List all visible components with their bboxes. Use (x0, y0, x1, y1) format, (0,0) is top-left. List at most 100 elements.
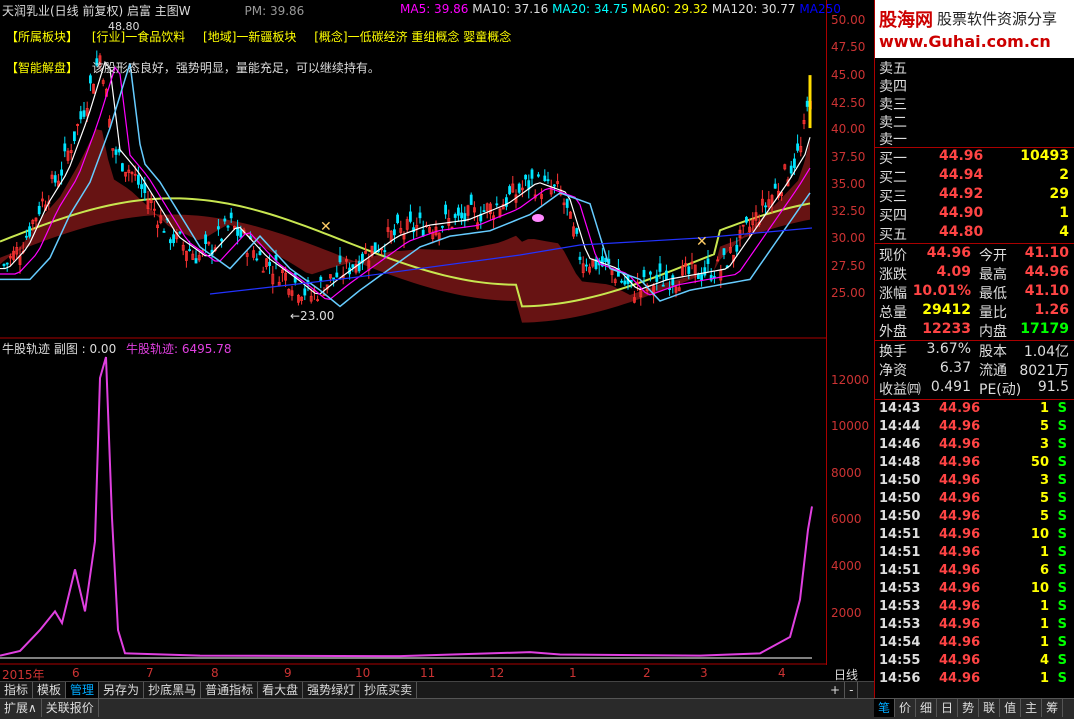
sell-label: 卖四 (879, 79, 907, 95)
zoom-out-button[interactable]: - (845, 682, 859, 698)
panel-tab[interactable]: 筹 (1042, 699, 1064, 717)
tab-bottom-darkhorse[interactable]: 抄底黑马 (144, 682, 202, 698)
candle-body (546, 179, 550, 182)
tick-time: 14:50 (879, 509, 921, 524)
ytick: 47.50 (831, 40, 866, 54)
tick-price: 44.96 (939, 419, 981, 434)
chart-header: 天润乳业(日线 前复权) 启富 主图W PM: 39.86 (2, 2, 304, 19)
candle-body (37, 205, 41, 215)
candle-body (537, 174, 540, 177)
panel-tab[interactable]: 主 (1021, 699, 1043, 717)
pm-label: PM: 39.86 (244, 4, 305, 18)
quote-row: 涨跌 4.09 最高 44.96 (877, 264, 1073, 283)
ytick: 27.50 (831, 259, 866, 273)
tab-template[interactable]: 模板 (33, 682, 67, 698)
tick-price: 44.96 (939, 491, 981, 506)
sub-label: 牛股轨迹 副图 : 0.00 (2, 342, 117, 356)
cross-marker: ✕ (320, 219, 332, 235)
candle-body (482, 210, 486, 213)
candle-body (79, 111, 83, 120)
stat-label: 净资 (879, 363, 907, 379)
candle-body (543, 175, 547, 182)
tick-time: 14:48 (879, 455, 921, 470)
tick-volume: 4 (1039, 653, 1049, 668)
panel-tab[interactable]: 价 (895, 699, 917, 717)
candle-body (89, 75, 92, 84)
tab-indicator[interactable]: 指标 (0, 682, 34, 698)
xlabel: 3 (700, 666, 708, 680)
xlabel: 6 (72, 666, 80, 680)
panel-tab[interactable]: 日 (937, 699, 959, 717)
panel-tab[interactable]: 势 (958, 699, 980, 717)
ytick: 35.00 (831, 177, 866, 191)
candle-body (735, 244, 739, 252)
ytick: 30.00 (831, 231, 866, 245)
panel-tab[interactable]: 值 (1000, 699, 1022, 717)
tab-save-as[interactable]: 另存为 (99, 682, 145, 698)
panel-switch-tabs: 笔价细日势联值主筹 (874, 699, 1064, 717)
panel-tab[interactable]: 笔 (874, 699, 896, 717)
related-quote-button[interactable]: 关联报价 (42, 699, 99, 717)
candle-body (517, 183, 521, 193)
tab-market[interactable]: 看大盘 (258, 682, 304, 698)
stat-value: 6.37 (939, 360, 971, 376)
tick-volume: 3 (1039, 473, 1049, 488)
tab-bottom-trade[interactable]: 抄底买卖 (360, 682, 418, 698)
candle-body (530, 169, 534, 179)
tab-normal-indicator[interactable]: 普通指标 (201, 682, 259, 698)
candle-body (524, 174, 527, 180)
tick-volume: 10 (1030, 527, 1049, 542)
bull-track-line (0, 356, 813, 658)
candle-body (649, 271, 652, 275)
candle-body (665, 270, 668, 280)
tick-time: 14:50 (879, 473, 921, 488)
tick-row: 14:53 44.96 10 S (877, 581, 1073, 599)
sub-value: 牛股轨迹: 6495.78 (126, 342, 232, 356)
panel-tab[interactable]: 细 (916, 699, 938, 717)
sector-line: 【所属板块】 [行业]一食品饮料 [地域]一新疆板块 [概念]一低碳经济 重组概… (6, 28, 511, 45)
tick-row: 14:56 44.96 1 S (877, 671, 1073, 689)
sell-row: 卖五 (877, 58, 1073, 77)
candle-body (162, 231, 166, 233)
candle-body (332, 277, 336, 280)
sector-label: 【所属板块】 (6, 30, 79, 44)
tick-time: 14:51 (879, 545, 921, 560)
tab-green-light[interactable]: 强势绿灯 (303, 682, 361, 698)
kline-chart[interactable]: ✕ ✕ 天润乳业(日线 前复权) 启富 主图W PM: 39.86 MA5: 39… (0, 0, 841, 665)
buy-label: 买四 (879, 208, 907, 224)
quote-value: 41.10 (1024, 283, 1069, 299)
buy-price: 44.90 (939, 205, 984, 221)
sell-row: 卖二 (877, 112, 1073, 131)
quote-value: 41.10 (1024, 245, 1069, 261)
candle-body (418, 212, 422, 219)
ytick-sub: 12000 (831, 373, 870, 387)
candle-body (703, 267, 707, 276)
candle-body (661, 284, 665, 287)
buy-label: 买五 (879, 227, 907, 243)
tick-volume: 1 (1039, 635, 1049, 650)
buy-row: 买四 44.90 1 (877, 205, 1073, 224)
divider (875, 399, 1074, 400)
candle-body (268, 261, 272, 266)
tick-volume: 6 (1039, 563, 1049, 578)
tab-manage[interactable]: 管理 (66, 682, 100, 698)
expand-button[interactable]: 扩展∧ (0, 699, 42, 717)
smart-label: 【智能解盘】 (6, 61, 79, 75)
quote-value: 1.26 (1034, 302, 1069, 318)
tick-time: 14:51 (879, 527, 921, 542)
tick-row: 14:54 44.96 1 S (877, 635, 1073, 653)
price-axis: 50.00 47.50 45.00 42.50 40.00 37.50 35.0… (826, 0, 875, 665)
panel-tab[interactable]: 联 (979, 699, 1001, 717)
tick-side: S (1057, 581, 1067, 596)
sector-region[interactable]: [地域]一新疆板块 (203, 30, 296, 44)
tick-side: S (1057, 455, 1067, 470)
stat-row: 收益㈣ 0.491 PE(动) 91.5 (877, 379, 1073, 398)
candle-body (188, 249, 192, 252)
tick-volume: 1 (1039, 401, 1049, 416)
tick-side: S (1057, 419, 1067, 434)
zoom-in-button[interactable]: + (826, 682, 846, 698)
tick-price: 44.96 (939, 671, 981, 686)
candle-body (655, 274, 659, 282)
sector-concept[interactable]: [概念]一低碳经济 重组概念 婴童概念 (314, 30, 511, 44)
tick-side: S (1057, 491, 1067, 506)
